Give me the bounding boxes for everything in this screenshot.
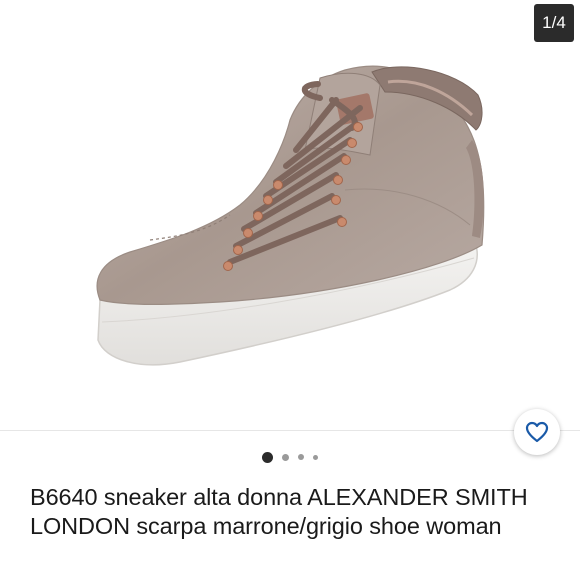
gallery-pagination: [0, 450, 580, 464]
divider: [0, 430, 580, 431]
product-photo[interactable]: 1/4: [0, 0, 580, 430]
pagination-dot-4[interactable]: [313, 454, 318, 460]
pagination-dot-3[interactable]: [298, 454, 304, 460]
listing-screen: 1/4 B6640 sneaker alta donna ALEXANDER S…: [0, 0, 580, 580]
pagination-dot-1[interactable]: [262, 451, 273, 463]
listing-title: B6640 sneaker alta donna ALEXANDER SMITH…: [30, 484, 528, 539]
sneaker-image: [96, 65, 485, 366]
image-counter: 1/4: [534, 4, 574, 42]
like-button[interactable]: [514, 409, 560, 455]
pagination-dot-2[interactable]: [282, 453, 289, 461]
heart-icon: [525, 421, 549, 443]
